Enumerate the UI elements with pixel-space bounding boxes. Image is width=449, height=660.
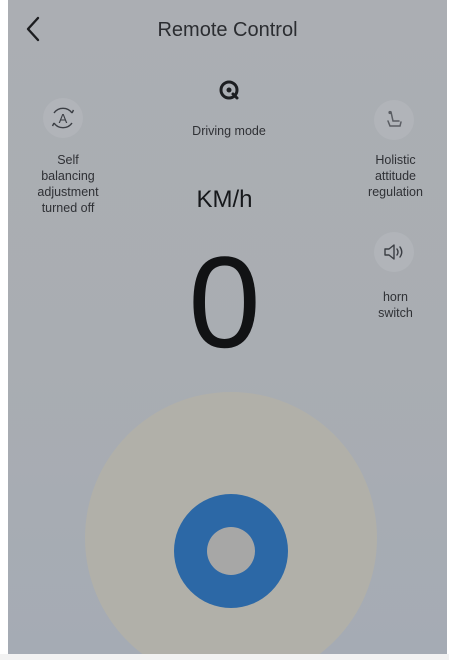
joystick-center	[207, 527, 255, 575]
remote-control-screen: Remote Control Driving mode A Self balan…	[8, 0, 447, 654]
auto-a-icon: A	[51, 107, 75, 129]
page-title: Remote Control	[157, 19, 298, 41]
holistic-attitude-button[interactable]	[374, 100, 414, 140]
bottom-edge	[0, 654, 449, 660]
self-balancing-button[interactable]: A	[43, 98, 83, 138]
steering-wheel-icon	[219, 80, 239, 100]
svg-text:A: A	[59, 111, 68, 126]
driving-mode-button[interactable]	[209, 70, 249, 110]
driving-mode-label: Driving mode	[192, 124, 266, 138]
speed-value: 0	[188, 229, 261, 375]
seat-icon	[387, 110, 402, 127]
header: Remote Control	[8, 0, 447, 62]
speed-unit: KM/h	[196, 186, 253, 213]
